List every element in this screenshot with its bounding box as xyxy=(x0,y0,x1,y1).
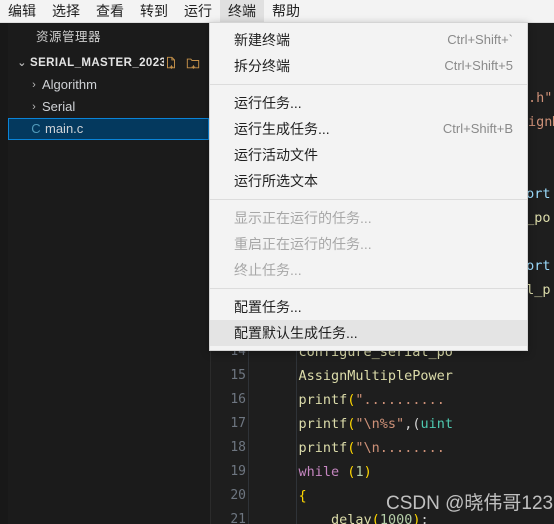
menubar-item-2[interactable]: 查看 xyxy=(88,0,132,22)
code-token: delay xyxy=(266,512,372,524)
menu-item-1-0[interactable]: 运行任务... xyxy=(210,90,527,116)
menubar-item-4[interactable]: 运行 xyxy=(176,0,220,22)
menu-separator xyxy=(210,199,527,200)
menu-item-1-2[interactable]: 运行活动文件 xyxy=(210,142,527,168)
code-token: printf xyxy=(266,440,348,456)
line-number: 19 xyxy=(230,464,246,479)
explorer-sidebar: 资源管理器 ⌄ SERIAL_MASTER_20231... ›Algorith… xyxy=(8,22,211,524)
explorer-item-algorithm[interactable]: › Algorithm xyxy=(8,74,210,96)
menu-item-0-1[interactable]: 拆分终端 Ctrl+Shift+5 xyxy=(210,53,527,79)
menubar-item-0[interactable]: 编辑 xyxy=(0,0,44,22)
menu-item-label: 配置默认生成任务... xyxy=(234,325,358,341)
code-text: printf("\n%s",(uint xyxy=(266,412,453,436)
menu-item-3-0[interactable]: 配置任务... xyxy=(210,294,527,320)
menu-item-1-3[interactable]: 运行所选文本 xyxy=(210,168,527,194)
chevron-down-icon[interactable]: ⌄ xyxy=(14,52,30,74)
explorer-title: 资源管理器 xyxy=(36,30,102,44)
line-number: 16 xyxy=(230,392,246,407)
c-file-icon: C xyxy=(31,121,41,136)
menu-item-label: 运行所选文本 xyxy=(234,173,318,189)
code-text: printf("\n........ xyxy=(266,436,445,460)
code-fragment: .h" xyxy=(528,90,553,106)
code-token: ( xyxy=(371,512,380,524)
menu-item-label: 拆分终端 xyxy=(234,58,290,74)
menu-bar: 编辑 选择 查看 转到 运行 终端 帮助 xyxy=(0,0,554,23)
code-token: uint xyxy=(420,416,453,432)
code-token: "\n%s" xyxy=(355,416,405,432)
explorer-item-label: Algorithm xyxy=(42,77,97,92)
explorer-item-label: main.c xyxy=(45,121,84,136)
menu-item-label: 终止任务... xyxy=(234,262,302,278)
menubar-item-6[interactable]: 帮助 xyxy=(264,0,308,22)
new-file-icon[interactable] xyxy=(164,56,178,70)
explorer-item-serial[interactable]: › Serial xyxy=(8,96,210,118)
terminal-menu-dropdown: 新建终端 Ctrl+Shift+` 拆分终端 Ctrl+Shift+5 运行任务... 运… xyxy=(209,22,528,351)
code-token: ".......... xyxy=(355,392,445,408)
menu-item-0-0[interactable]: 新建终端 Ctrl+Shift+` xyxy=(210,27,527,53)
code-fragment: ignM xyxy=(528,114,554,130)
menu-item-shortcut: Ctrl+Shift+B xyxy=(442,121,513,136)
menu-item-label: 重启正在运行的任务... xyxy=(234,236,372,252)
menu-item-label: 新建终端 xyxy=(234,32,290,48)
code-text: { xyxy=(266,484,307,508)
line-number: 21 xyxy=(230,512,246,524)
code-token: printf xyxy=(266,416,348,432)
chevron-right-icon[interactable]: › xyxy=(26,74,42,96)
line-number: 20 xyxy=(230,488,246,503)
menu-item-2-1: 重启正在运行的任务... xyxy=(210,231,527,257)
code-token: ; xyxy=(420,512,429,524)
explorer-item-main-c[interactable]: Cmain.c xyxy=(8,118,209,140)
code-token: 1 xyxy=(355,464,364,480)
line-number: 15 xyxy=(230,368,246,383)
code-token: ) xyxy=(363,464,372,480)
menubar-item-1[interactable]: 选择 xyxy=(44,0,88,22)
menu-item-1-1[interactable]: 运行生成任务... Ctrl+Shift+B xyxy=(210,116,527,142)
explorer-item-label: Serial xyxy=(42,99,76,114)
line-number: 17 xyxy=(230,416,246,431)
explorer-tree: › Algorithm › Serial Cmain.c xyxy=(8,74,210,140)
code-token: "\n........ xyxy=(355,440,445,456)
code-token: ,( xyxy=(404,416,421,432)
menu-item-shortcut: Ctrl+Shift+` xyxy=(447,32,513,47)
menu-item-3-1[interactable]: 配置默认生成任务... xyxy=(210,320,527,346)
menu-item-shortcut: Ctrl+Shift+5 xyxy=(444,58,513,73)
menu-item-2-2: 终止任务... xyxy=(210,257,527,283)
explorer-root-folder[interactable]: ⌄ SERIAL_MASTER_20231... xyxy=(8,52,210,74)
code-token: 1000 xyxy=(379,512,413,524)
menu-item-label: 运行生成任务... xyxy=(234,121,330,137)
chevron-right-icon[interactable]: › xyxy=(26,96,42,118)
menu-separator xyxy=(210,288,527,289)
code-token: while xyxy=(266,464,340,480)
code-token: { xyxy=(266,488,307,504)
code-text: AssignMultiplePower xyxy=(266,364,453,388)
menu-item-label: 配置任务... xyxy=(234,299,302,315)
explorer-root-label: SERIAL_MASTER_20231... xyxy=(30,57,164,69)
menu-separator xyxy=(210,84,527,85)
code-text: delay(1000); xyxy=(266,508,429,524)
menu-item-label: 显示正在运行的任务... xyxy=(234,210,372,226)
line-number: 18 xyxy=(230,440,246,455)
code-token: AssignMultiplePower xyxy=(266,368,453,384)
code-text: printf(".......... xyxy=(266,388,445,412)
code-text: while (1) xyxy=(266,460,372,484)
menu-item-2-0: 显示正在运行的任务... xyxy=(210,205,527,231)
menu-item-label: 运行任务... xyxy=(234,95,302,111)
activity-bar[interactable] xyxy=(0,22,8,524)
code-token: printf xyxy=(266,392,348,408)
menu-item-label: 运行活动文件 xyxy=(234,147,318,163)
menubar-item-3[interactable]: 转到 xyxy=(132,0,176,22)
menubar-item-5[interactable]: 终端 xyxy=(220,0,264,22)
new-folder-icon[interactable] xyxy=(186,56,200,70)
